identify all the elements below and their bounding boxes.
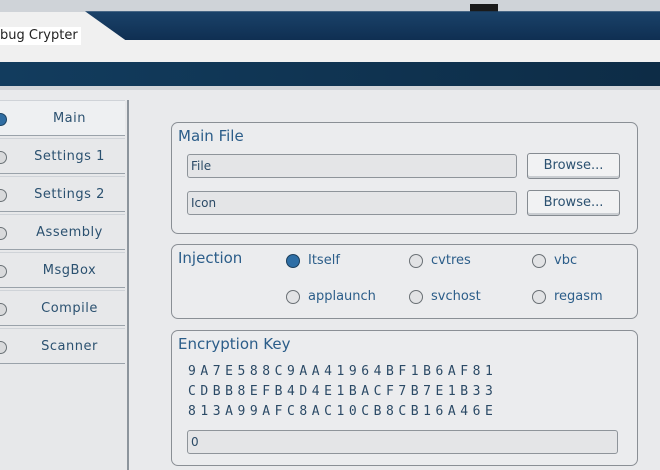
encryption-key-title: Encryption Key xyxy=(178,335,291,353)
sidebar-item-label: Settings 2 xyxy=(34,187,105,202)
radio-regasm[interactable] xyxy=(532,290,546,304)
main-file-group: Main File File Browse... Icon Browse... xyxy=(171,122,638,234)
radio-icon xyxy=(0,227,7,240)
radio-icon xyxy=(0,151,7,164)
sidebar-item-label: Settings 1 xyxy=(34,149,105,164)
radio-label-itself: Itself xyxy=(308,253,340,268)
encryption-key-row-1: 9A7E588C9AA41964BF1B6AF81 xyxy=(188,364,498,379)
radio-label-applaunch: applaunch xyxy=(308,289,376,304)
main-file-title: Main File xyxy=(178,127,244,145)
file-path-field[interactable]: File xyxy=(187,154,517,178)
header-banner xyxy=(0,62,660,86)
encryption-key-group: Encryption Key 9A7E588C9AA41964BF1B6AF81… xyxy=(171,330,638,466)
radio-label-regasm: regasm xyxy=(554,289,603,304)
injection-group: Injection Itself cvtres vbc applaunch sv… xyxy=(171,244,638,319)
radio-vbc[interactable] xyxy=(532,254,546,268)
sidebar-item-main[interactable]: Main xyxy=(0,100,125,136)
sidebar-item-msgbox[interactable]: MsgBox xyxy=(0,252,125,288)
sidebar-item-scanner[interactable]: Scanner xyxy=(0,328,125,364)
icon-path-field[interactable]: Icon xyxy=(187,191,517,215)
sidebar-item-label: Assembly xyxy=(36,225,103,240)
sidebar-item-compile[interactable]: Compile xyxy=(0,290,125,326)
encryption-key-field[interactable]: 0 xyxy=(187,430,618,454)
radio-icon xyxy=(0,189,7,202)
radio-label-vbc: vbc xyxy=(554,253,578,268)
sidebar-item-label: Compile xyxy=(41,301,98,316)
radio-icon xyxy=(0,341,7,354)
encryption-key-row-2: CDBB8EFB4D4E1BACF7B7E1B33 xyxy=(188,384,498,399)
encryption-key-row-3: 813A99AFC8AC10CB8CB16A46E xyxy=(188,404,498,419)
radio-label-cvtres: cvtres xyxy=(431,253,471,268)
sidebar-item-assembly[interactable]: Assembly xyxy=(0,214,125,250)
browse-icon-button[interactable]: Browse... xyxy=(527,190,620,216)
radio-itself[interactable] xyxy=(286,254,300,268)
radio-svchost[interactable] xyxy=(409,290,423,304)
radio-label-svchost: svchost xyxy=(431,289,481,304)
title-bar: bug Crypter xyxy=(0,0,660,62)
radio-applaunch[interactable] xyxy=(286,290,300,304)
window-title: bug Crypter xyxy=(0,27,81,45)
radio-cvtres[interactable] xyxy=(409,254,423,268)
sidebar-item-settings-2[interactable]: Settings 2 xyxy=(0,176,125,212)
radio-icon xyxy=(0,113,7,126)
sidebar-item-label: Main xyxy=(52,111,87,126)
sidebar-item-settings-1[interactable]: Settings 1 xyxy=(0,138,125,174)
radio-icon xyxy=(0,265,7,278)
sidebar-item-label: MsgBox xyxy=(42,263,97,278)
banner-divider xyxy=(0,86,660,90)
radio-icon xyxy=(0,303,7,316)
injection-title: Injection xyxy=(178,249,243,267)
browse-file-button[interactable]: Browse... xyxy=(527,153,620,179)
sidebar-item-label: Scanner xyxy=(41,339,98,354)
title-decoration-top xyxy=(0,0,660,12)
sidebar: Main Settings 1 Settings 2 Assembly MsgB… xyxy=(0,100,129,470)
